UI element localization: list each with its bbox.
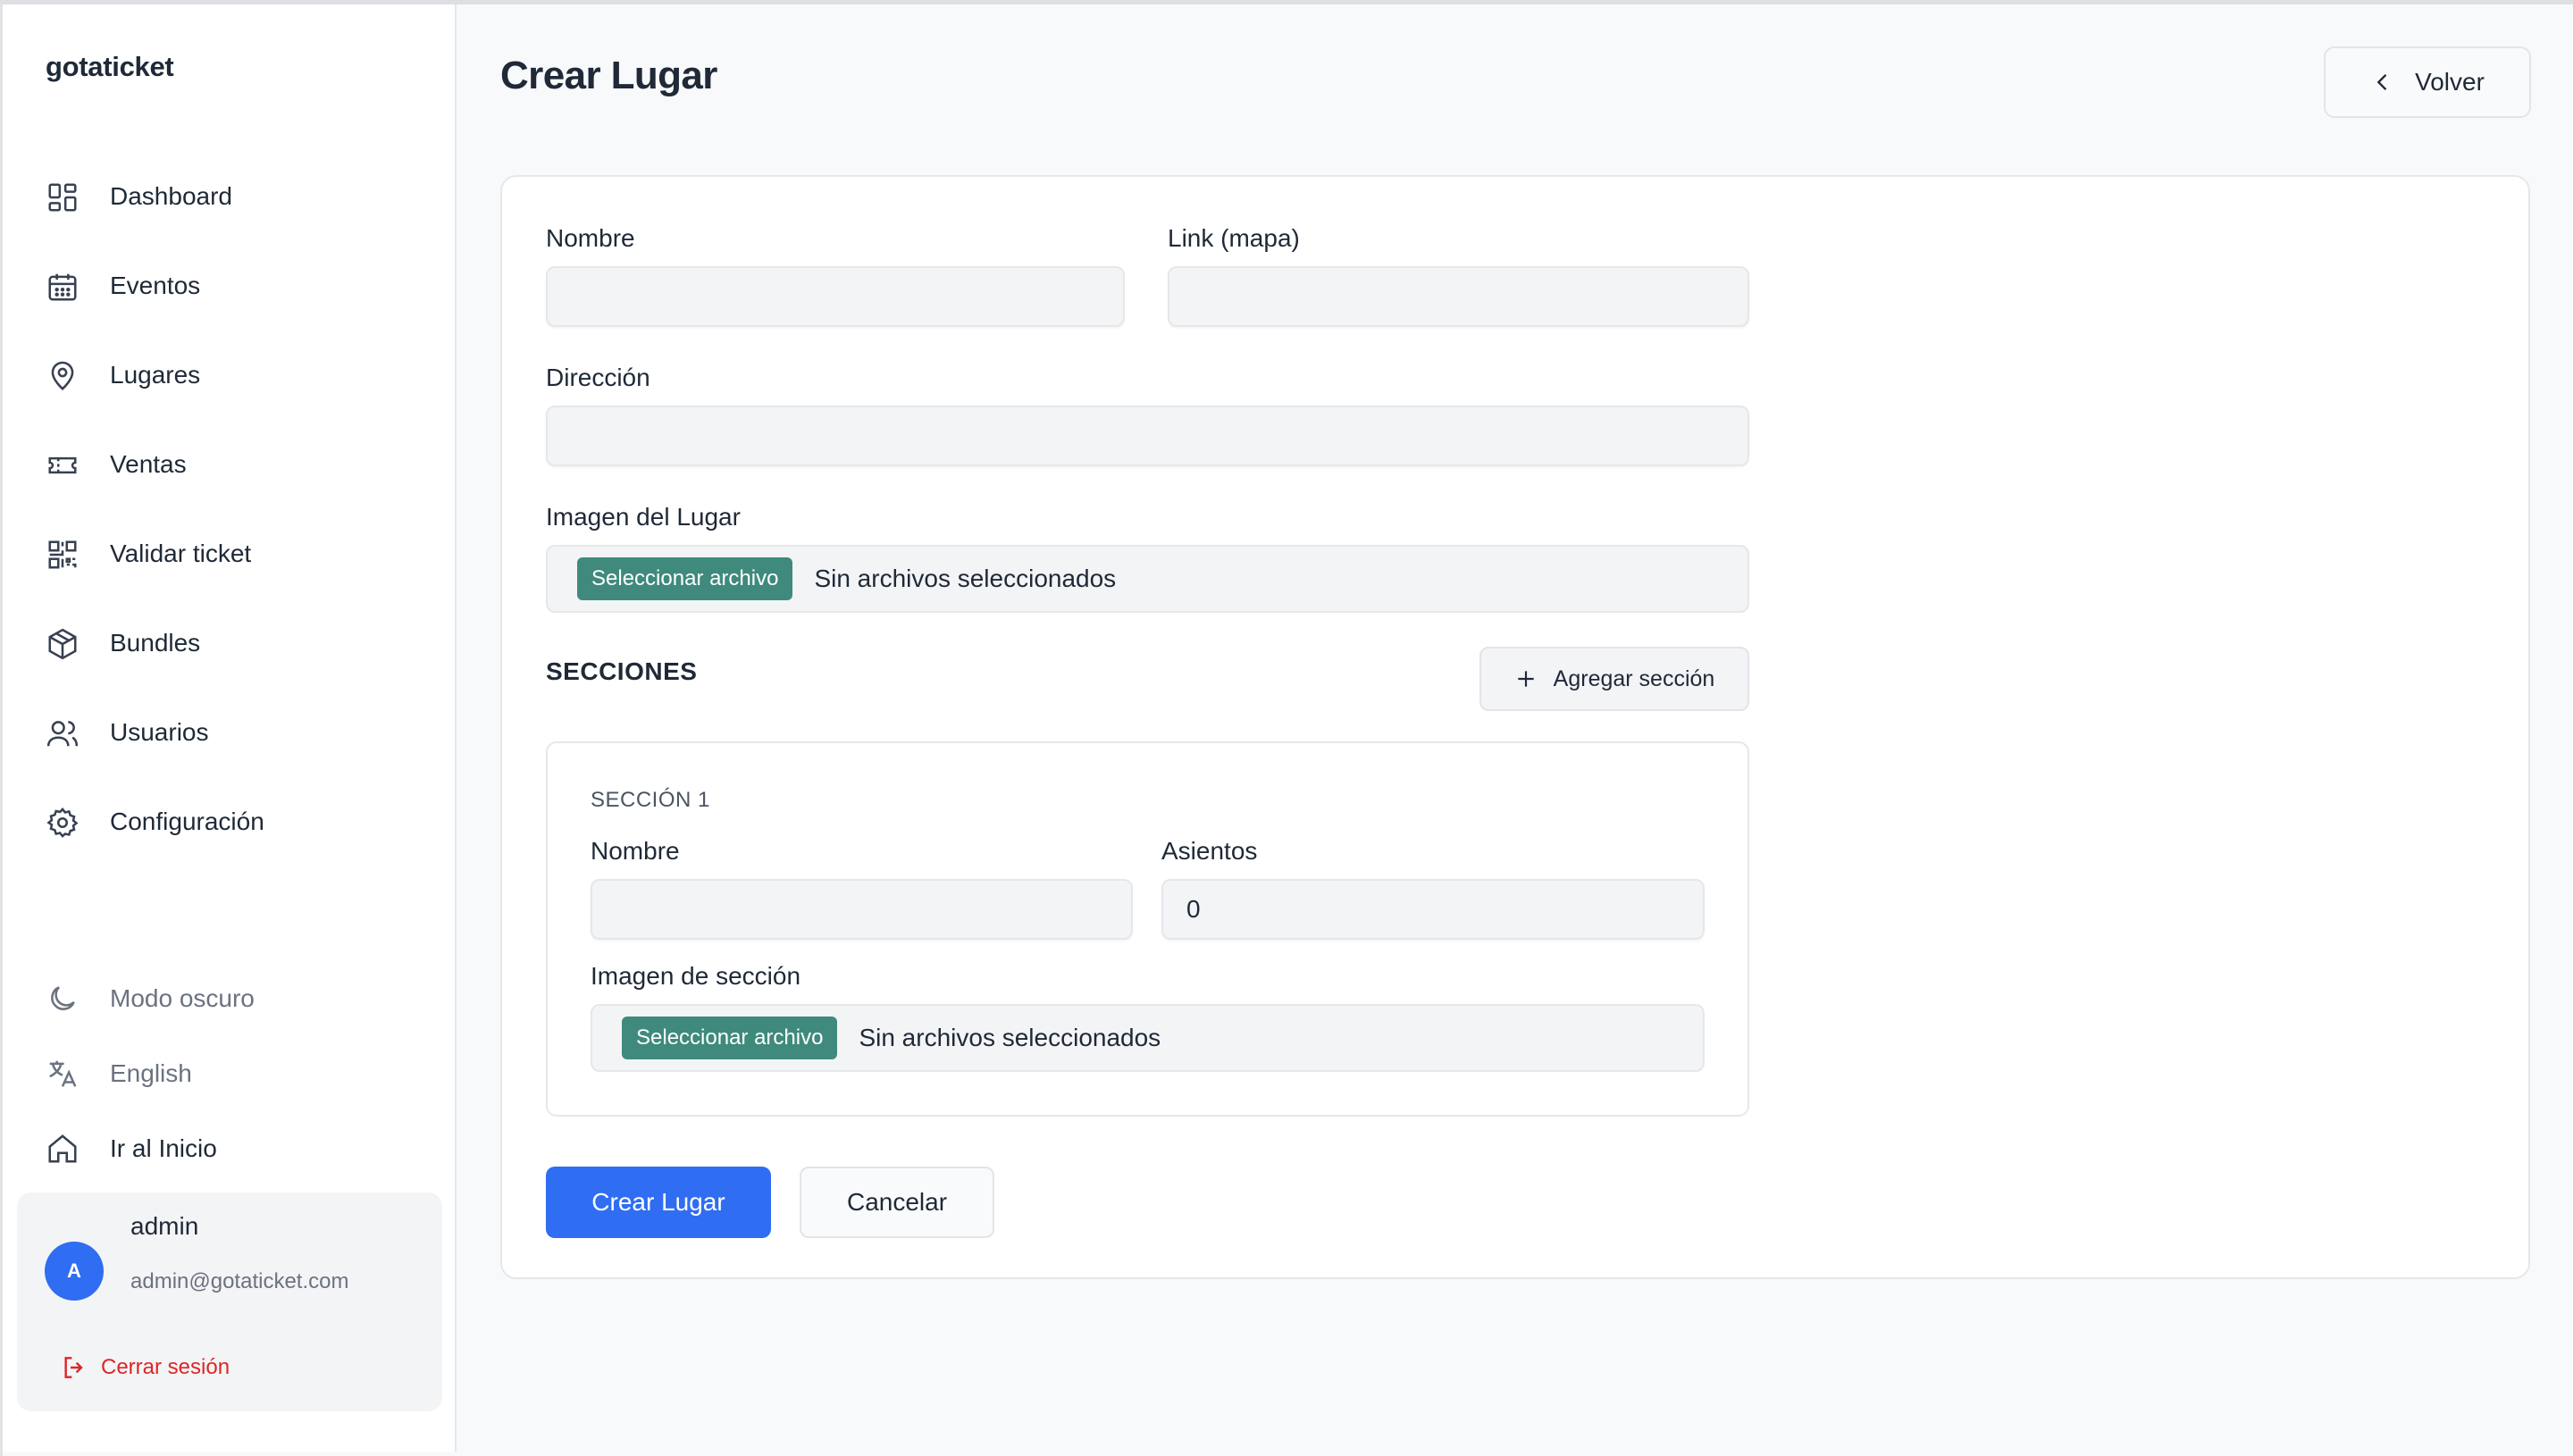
calendar-icon <box>46 270 80 304</box>
sidebar-item-dashboard[interactable]: Dashboard <box>3 165 455 228</box>
sidebar-item-label: Usuarios <box>110 718 209 746</box>
sections-heading: SECCIONES <box>546 657 698 685</box>
select-file-button[interactable]: Seleccionar archivo <box>622 1017 838 1059</box>
map-pin-icon <box>46 359 80 393</box>
section-title: SECCIÓN 1 <box>591 788 710 812</box>
logout-button[interactable]: Cerrar sesión <box>60 1353 230 1382</box>
home-link[interactable]: Ir al Inicio <box>3 1122 455 1176</box>
section-image-label: Imagen de sección <box>591 962 801 990</box>
dashboard-icon <box>46 180 80 214</box>
sidebar-item-usuarios[interactable]: Usuarios <box>3 701 455 764</box>
ticket-icon <box>46 448 80 482</box>
section-name-label: Nombre <box>591 837 680 865</box>
avatar: A <box>45 1242 104 1301</box>
sidebar-item-label: Dashboard <box>110 182 232 210</box>
sidebar-item-eventos[interactable]: Eventos <box>3 255 455 317</box>
section-name-input[interactable] <box>591 879 1133 940</box>
seats-label: Asientos <box>1161 837 1258 865</box>
address-input[interactable] <box>546 406 1749 466</box>
link-label: Link (mapa) <box>1168 224 1300 252</box>
brand-logo[interactable]: gotaticket <box>46 51 174 83</box>
plus-icon <box>1518 671 1534 687</box>
user-name: admin <box>130 1212 199 1240</box>
add-section-button[interactable]: Agregar sección <box>1479 647 1749 711</box>
back-button-label: Volver <box>2415 68 2485 96</box>
language-label: English <box>110 1059 192 1087</box>
logout-icon <box>64 1357 83 1378</box>
create-place-button[interactable]: Crear Lugar <box>546 1167 771 1238</box>
sidebar-item-label: Eventos <box>110 272 201 299</box>
sidebar-item-label: Validar ticket <box>110 540 252 567</box>
address-label: Dirección <box>546 364 650 391</box>
map-link-input[interactable] <box>1168 266 1749 327</box>
chevron-left-icon <box>2376 74 2387 90</box>
users-icon <box>46 716 80 750</box>
back-button[interactable]: Volver <box>2324 46 2531 118</box>
settings-icon <box>46 806 80 840</box>
sidebar-item-validar-ticket[interactable]: Validar ticket <box>3 523 455 585</box>
home-label: Ir al Inicio <box>110 1134 217 1162</box>
add-section-label: Agregar sección <box>1553 665 1715 691</box>
sidebar-item-bundles[interactable]: Bundles <box>3 612 455 674</box>
place-image-file-input[interactable]: Seleccionar archivo Sin archivos selecci… <box>546 545 1749 613</box>
dark-mode-label: Modo oscuro <box>110 984 255 1012</box>
sidebar-item-label: Configuración <box>110 807 264 835</box>
sidebar-item-lugares[interactable]: Lugares <box>3 344 455 406</box>
sidebar-item-ventas[interactable]: Ventas <box>3 433 455 496</box>
qr-code-icon <box>46 538 80 572</box>
sidebar-item-label: Ventas <box>110 450 187 478</box>
page-title: Crear Lugar <box>500 54 717 97</box>
sidebar-item-label: Lugares <box>110 361 201 389</box>
seats-input[interactable]: 0 <box>1161 879 1705 940</box>
user-card: A admin admin@gotaticket.com Cerrar sesi… <box>17 1192 442 1411</box>
translate-icon <box>46 1057 80 1091</box>
sidebar-item-configuracion[interactable]: Configuración <box>3 791 455 853</box>
file-status: Sin archivos seleccionados <box>859 1024 1161 1051</box>
sidebar: gotaticket Dashboard Eventos Lugares Ven… <box>3 4 457 1452</box>
place-form-card: Nombre Link (mapa) Dirección Imagen del … <box>500 175 2530 1279</box>
cancel-button[interactable]: Cancelar <box>800 1167 994 1238</box>
language-toggle[interactable]: English <box>3 1047 455 1100</box>
name-input[interactable] <box>546 266 1125 327</box>
section-card: SECCIÓN 1 Nombre Asientos 0 Imagen de se… <box>546 741 1749 1117</box>
dark-mode-toggle[interactable]: Modo oscuro <box>3 972 455 1025</box>
section-image-file-input[interactable]: Seleccionar archivo Sin archivos selecci… <box>591 1004 1705 1072</box>
name-label: Nombre <box>546 224 635 252</box>
place-image-label: Imagen del Lugar <box>546 503 741 531</box>
home-icon <box>46 1132 80 1166</box>
file-status: Sin archivos seleccionados <box>814 565 1117 592</box>
select-file-button[interactable]: Seleccionar archivo <box>577 557 793 600</box>
user-email: admin@gotaticket.com <box>130 1269 349 1293</box>
moon-icon <box>46 982 80 1016</box>
sidebar-item-label: Bundles <box>110 629 201 657</box>
package-icon <box>46 627 80 661</box>
logout-label: Cerrar sesión <box>101 1355 230 1379</box>
